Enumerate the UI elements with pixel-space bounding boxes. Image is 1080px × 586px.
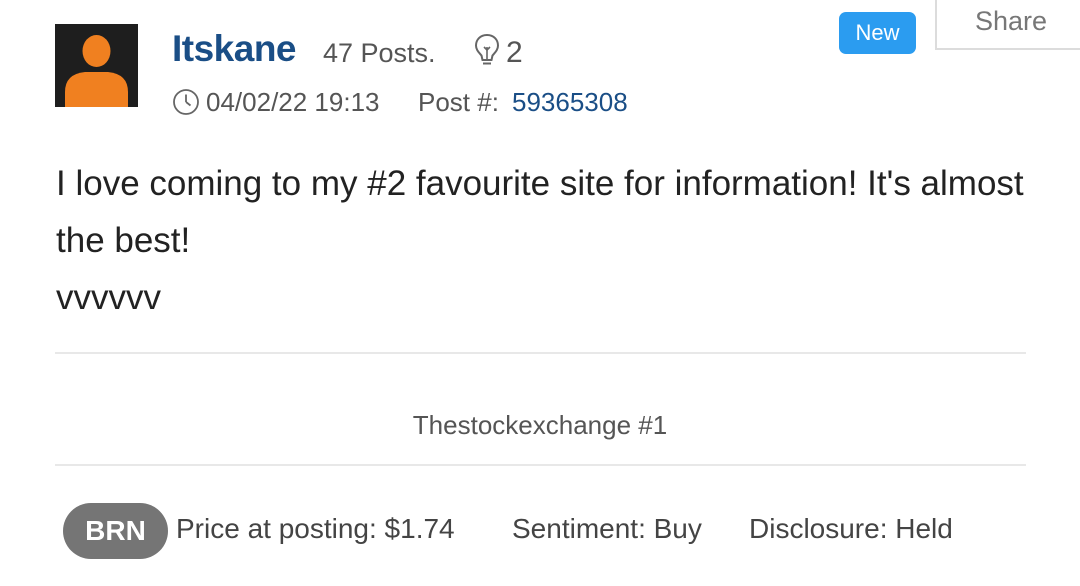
signature: Thestockexchange #1 [412, 410, 668, 440]
username-link[interactable]: Itskane [172, 28, 297, 70]
person-silhouette-icon [65, 35, 128, 107]
post-body-line: I love coming to my #2 favourite site fo… [56, 164, 1024, 260]
post-body-line: vvvvvv [56, 278, 161, 317]
price-at-posting: Price at posting: $1.74 [176, 513, 455, 544]
divider [55, 464, 1026, 466]
clock-icon [173, 89, 199, 115]
post-body: I love coming to my #2 favourite site fo… [56, 155, 1046, 326]
post-number-label: Post #: [418, 87, 499, 117]
avatar[interactable] [55, 24, 138, 107]
disclosure: Disclosure: Held [749, 513, 953, 544]
posts-count: 47 Posts. [323, 38, 436, 68]
post-number-link[interactable]: 59365308 [512, 87, 628, 118]
post-datetime: 04/02/22 19:13 [206, 87, 380, 117]
likes-count: 2 [506, 36, 523, 69]
new-badge: New [839, 12, 916, 54]
ticker-pill[interactable]: BRN [63, 503, 168, 559]
divider [55, 352, 1026, 354]
lightbulb-icon [474, 33, 500, 65]
sentiment: Sentiment: Buy [512, 513, 702, 544]
post-card: Itskane 47 Posts. 2 04/02/22 19:13 Post … [0, 0, 1080, 586]
share-button[interactable]: Share [935, 0, 1080, 50]
